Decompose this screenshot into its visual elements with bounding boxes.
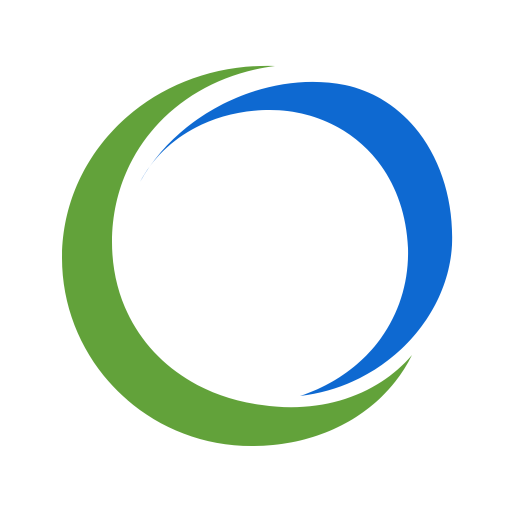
swoosh-ring-logo-icon [0,0,512,512]
logo-canvas [0,0,512,512]
